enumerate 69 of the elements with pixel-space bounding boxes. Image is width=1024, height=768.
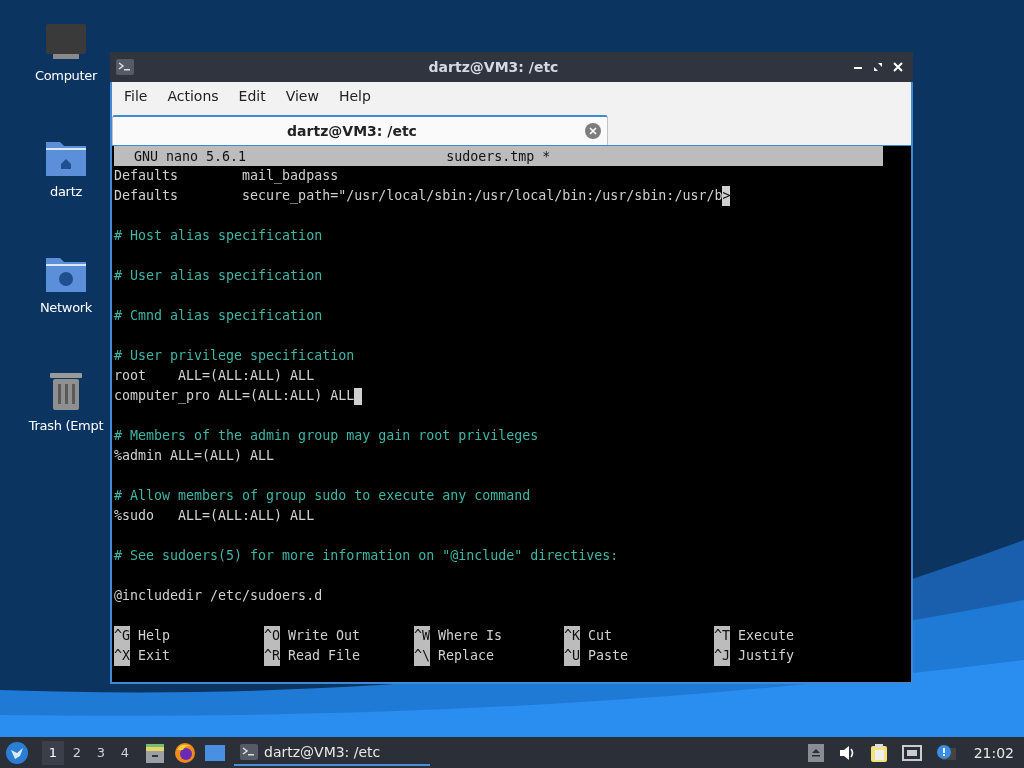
file-cabinet-icon[interactable]: [144, 741, 166, 764]
workspace-button[interactable]: 2: [66, 740, 88, 765]
overflow-marker: >: [722, 186, 731, 206]
shortcut-key: ^\: [414, 646, 430, 666]
shortcut-key: ^J: [714, 646, 730, 666]
desktop-icon[interactable]: [204, 742, 226, 763]
shortcut-key: ^G: [114, 626, 130, 646]
nano-version: GNU nano 5.6.1: [134, 148, 247, 164]
menu-item[interactable]: Actions: [157, 88, 229, 104]
tab[interactable]: dartz@VM3: /etc: [112, 115, 608, 145]
menu-item[interactable]: Help: [328, 88, 381, 104]
code-line: computer_pro ALL=(ALL:ALL) ALL: [114, 387, 355, 406]
code-line: # User alias specification: [114, 267, 323, 285]
clock[interactable]: 21:02: [973, 744, 1014, 761]
code-line: @includedir /etc/sudoers.d: [114, 587, 323, 605]
alert-icon[interactable]: [935, 743, 956, 762]
monitor-icon[interactable]: [45, 22, 87, 62]
task-button[interactable]: dartz@VM3: /etc: [234, 739, 430, 766]
desktop-icon-label[interactable]: dartz: [50, 184, 82, 199]
workspace-button[interactable]: 3: [90, 740, 112, 765]
code-line: # See sudoers(5) for more information on "@include" directives:: [114, 547, 619, 565]
shortcut-key: ^U: [564, 646, 580, 666]
network-port-icon[interactable]: [901, 744, 922, 761]
shortcut-label: Read File: [288, 647, 361, 665]
desktop-icon-label[interactable]: Network: [39, 300, 93, 315]
shortcut-label: Replace: [438, 647, 495, 665]
clipboard-icon[interactable]: [869, 742, 888, 763]
bird-logo-icon[interactable]: [6, 741, 28, 764]
menu-item[interactable]: File: [114, 88, 158, 104]
shortcut-key: ^X: [114, 646, 130, 666]
code-line: # Members of the admin group may gain root privileges: [114, 427, 539, 445]
close-tab-icon[interactable]: [585, 123, 601, 139]
shortcut-key: ^R: [264, 646, 280, 666]
code-line: Defaults secure_path="/usr/local/sbin:/usr/local/bin:/usr/sbin:/usr/b: [114, 187, 723, 206]
desktop-icon-label[interactable]: Computer: [34, 68, 98, 83]
shortcut-key: ^K: [564, 626, 580, 646]
code-line: %admin ALL=(ALL) ALL: [114, 447, 275, 465]
fox-globe-icon[interactable]: [174, 741, 196, 764]
shortcut-label: Exit: [138, 647, 171, 665]
code-line: # Host alias specification: [114, 227, 323, 245]
window-title: dartz@VM3: /etc: [427, 59, 560, 75]
desktop-icon-label[interactable]: Trash (Empt: [28, 418, 104, 433]
shortcut-label: Where Is: [438, 627, 503, 645]
maximize-icon[interactable]: [873, 62, 883, 72]
shortcut-label: Cut: [588, 627, 613, 645]
shortcut-label: Execute: [738, 627, 795, 645]
shortcut-label: Paste: [588, 647, 629, 665]
volume-icon[interactable]: [837, 744, 856, 761]
close-icon[interactable]: [893, 62, 903, 72]
code-line: Defaults mail_badpass: [114, 167, 339, 186]
code-line: # User privilege specification: [114, 347, 355, 365]
code-line: %sudo ALL=(ALL:ALL) ALL: [114, 507, 315, 525]
shortcut-label: Justify: [738, 647, 795, 665]
shortcut-key: ^W: [414, 626, 430, 646]
menu-item[interactable]: Edit: [228, 88, 276, 104]
terminal-icon: [240, 743, 258, 760]
shortcut-label: Help: [138, 627, 171, 645]
code-line: # Cmnd alias specification: [114, 307, 323, 325]
shortcut-key: ^T: [714, 626, 730, 646]
eject-icon[interactable]: [807, 743, 824, 762]
terminal-icon: [116, 59, 134, 75]
code-line: # Allow members of group sudo to execute any command: [114, 487, 531, 505]
shortcut-key: ^O: [264, 626, 280, 646]
shortcut-label: Write Out: [288, 627, 361, 645]
code-line: root ALL=(ALL:ALL) ALL: [114, 367, 315, 385]
menu-item[interactable]: View: [275, 88, 329, 104]
workspace-button[interactable]: 1: [42, 740, 64, 765]
workspace-button[interactable]: 4: [114, 740, 136, 765]
file-name: sudoers.tmp *: [446, 148, 551, 164]
